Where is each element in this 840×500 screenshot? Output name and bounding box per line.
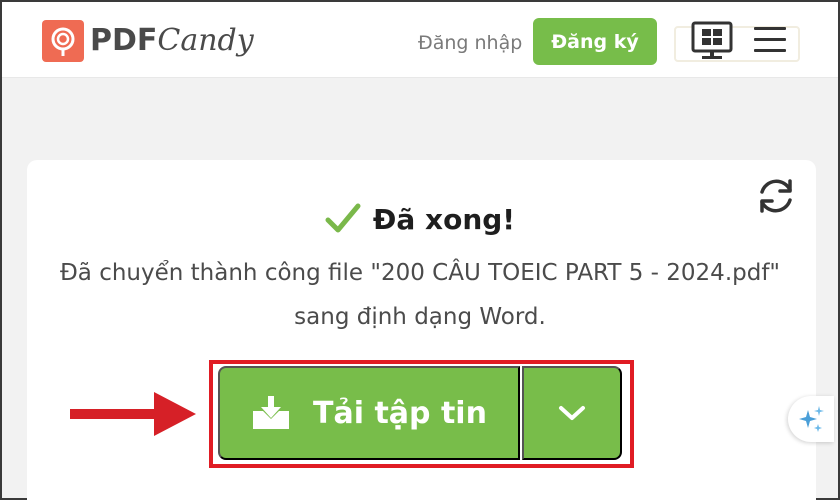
check-icon	[325, 202, 361, 236]
logo-candy-icon	[42, 20, 84, 62]
menu-icon[interactable]	[754, 27, 786, 55]
logo-text: PDFCandy	[90, 26, 254, 56]
sparkle-icon[interactable]	[788, 396, 834, 442]
done-title: Đã xong!	[372, 202, 516, 236]
top-header: PDFCandy Đăng nhập Đăng ký	[2, 2, 838, 78]
desktop-windows-icon[interactable]	[691, 21, 733, 61]
login-link[interactable]: Đăng nhập	[418, 32, 522, 54]
download-label: Tải tập tin	[313, 395, 487, 431]
message-line-1: Đã chuyển thành công file "200 CÂU TOEIC…	[59, 260, 781, 286]
logo-text-candy: Candy	[157, 23, 254, 58]
done-heading-row: Đã xong!	[2, 202, 838, 236]
download-icon	[253, 396, 290, 429]
red-arrow-icon	[70, 392, 198, 436]
logo-text-pdf: PDF	[90, 23, 158, 58]
signup-button[interactable]: Đăng ký	[533, 18, 657, 65]
download-file-button[interactable]: Tải tập tin	[218, 366, 520, 460]
conversion-message: Đã chuyển thành công file "200 CÂU TOEIC…	[2, 251, 838, 339]
message-line-2: sang định dạng Word.	[294, 304, 546, 330]
chevron-down-icon	[559, 406, 585, 420]
download-options-button[interactable]	[522, 366, 622, 460]
pdfcandy-logo[interactable]: PDFCandy	[42, 20, 254, 62]
